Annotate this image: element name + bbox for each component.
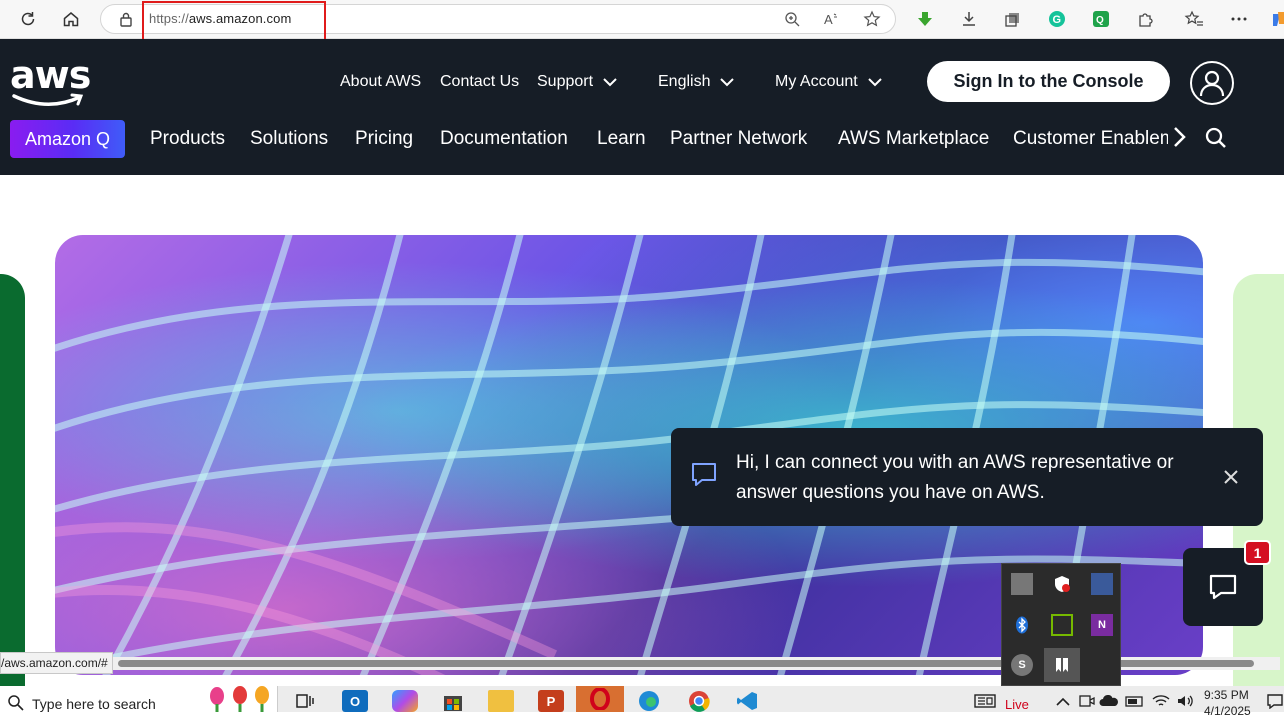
nav-customer-enablement[interactable]: Customer Enablement: [1013, 121, 1168, 157]
language-menu[interactable]: English: [658, 73, 735, 91]
tulips-icon: [210, 686, 269, 712]
bookmark-app-icon[interactable]: [1044, 648, 1080, 682]
search-icon[interactable]: [1205, 127, 1227, 149]
chevron-down-icon: [720, 77, 735, 86]
taskbar-search-box[interactable]: Type here to search: [0, 686, 278, 712]
task-view-icon[interactable]: [292, 690, 318, 712]
chat-bubble-icon: [692, 463, 716, 486]
outlook-icon[interactable]: O: [342, 690, 368, 712]
sign-in-console-button[interactable]: Sign In to the Console: [927, 61, 1170, 102]
url-highlight-box: [142, 1, 326, 44]
aws-smile-icon: [12, 93, 84, 106]
browser-toolbar: A https://aws.amazon.com G Q: [0, 0, 1284, 44]
svg-text:A: A: [824, 12, 833, 27]
onenote-icon[interactable]: N: [1091, 614, 1113, 636]
extension-green-icon[interactable]: Q: [1090, 8, 1112, 30]
copilot-app-icon[interactable]: [392, 690, 418, 712]
svg-text:G: G: [1053, 14, 1062, 26]
nav-products[interactable]: Products: [150, 128, 225, 150]
svg-text:Q: Q: [1096, 15, 1104, 26]
chat-bubble-icon: [1209, 574, 1237, 600]
display-icon[interactable]: [1011, 573, 1033, 595]
nav-pricing[interactable]: Pricing: [355, 128, 413, 150]
copilot-icon[interactable]: [1268, 8, 1284, 30]
more-icon[interactable]: [1228, 8, 1250, 30]
skype-icon[interactable]: S: [1011, 654, 1033, 676]
volume-icon[interactable]: [1172, 690, 1198, 712]
nav-documentation[interactable]: Documentation: [440, 128, 568, 150]
refresh-icon[interactable]: [17, 8, 39, 30]
opera-icon[interactable]: [576, 686, 624, 712]
chat-greeting-text: Hi, I can connect you with an AWS repres…: [736, 452, 1174, 503]
aws-logo[interactable]: aws: [10, 53, 91, 107]
search-icon: [8, 695, 24, 711]
aws-logo-text: aws: [10, 53, 91, 97]
tray-overflow-panel: N S: [1001, 563, 1121, 686]
nav-aws-marketplace[interactable]: AWS Marketplace: [838, 128, 989, 150]
download-arrow-icon[interactable]: [914, 8, 936, 30]
news-widget-icon[interactable]: [972, 690, 998, 712]
my-account-menu[interactable]: My Account: [775, 73, 882, 91]
downloads-icon[interactable]: [958, 8, 980, 30]
user-avatar-icon[interactable]: [1190, 61, 1234, 105]
nav-solutions[interactable]: Solutions: [250, 128, 328, 150]
close-icon[interactable]: [1220, 466, 1242, 488]
battery-icon[interactable]: [1122, 690, 1148, 712]
powerpoint-icon[interactable]: P: [538, 690, 564, 712]
monitor-app-icon[interactable]: [1091, 573, 1113, 595]
taskbar-search-placeholder: Type here to search: [32, 696, 156, 712]
favorite-star-icon[interactable]: [861, 8, 883, 30]
notifications-icon[interactable]: [1262, 690, 1284, 712]
home-icon[interactable]: [60, 8, 82, 30]
clock-time[interactable]: 9:35 PM: [1204, 688, 1249, 702]
security-shield-icon[interactable]: [1051, 573, 1073, 595]
edge-icon[interactable]: [636, 690, 662, 712]
onedrive-icon[interactable]: [1096, 690, 1122, 712]
amazon-q-button[interactable]: Amazon Q: [10, 120, 125, 158]
file-explorer-icon[interactable]: [488, 690, 514, 712]
live-news-label[interactable]: Live: [1005, 697, 1029, 712]
tray-chevron-up-icon[interactable]: [1050, 690, 1076, 712]
favorites-icon[interactable]: [1183, 8, 1205, 30]
chevron-down-icon: [867, 77, 882, 86]
nvidia-icon[interactable]: [1051, 614, 1073, 636]
collections-icon[interactable]: [1002, 8, 1024, 30]
chevron-down-icon: [603, 77, 617, 86]
read-aloud-icon[interactable]: A: [821, 8, 843, 30]
notification-badge: 1: [1244, 540, 1271, 565]
lock-icon[interactable]: [115, 8, 137, 30]
vscode-icon[interactable]: [734, 690, 760, 712]
chrome-icon[interactable]: [686, 690, 712, 712]
chevron-right-icon[interactable]: [1172, 126, 1188, 148]
about-aws-link[interactable]: About AWS: [340, 73, 421, 91]
puzzle-icon[interactable]: [1135, 8, 1157, 30]
support-menu[interactable]: Support: [537, 73, 617, 91]
zoom-icon[interactable]: [781, 8, 803, 30]
store-icon[interactable]: [440, 690, 466, 712]
carousel-prev-slide[interactable]: [0, 274, 25, 694]
contact-us-link[interactable]: Contact Us: [440, 73, 519, 91]
clock-date[interactable]: 4/1/2025: [1204, 704, 1251, 718]
chat-greeting-popup[interactable]: Hi, I can connect you with an AWS repres…: [671, 428, 1263, 526]
wifi-icon[interactable]: [1148, 690, 1174, 712]
nav-partner-network[interactable]: Partner Network: [670, 128, 807, 150]
aws-header: aws About AWS Contact Us Support English…: [0, 39, 1284, 175]
status-bar-url: /aws.amazon.com/#: [0, 652, 113, 674]
nav-learn[interactable]: Learn: [597, 128, 646, 150]
bluetooth-icon[interactable]: [1011, 614, 1033, 636]
grammarly-icon[interactable]: G: [1046, 8, 1068, 30]
